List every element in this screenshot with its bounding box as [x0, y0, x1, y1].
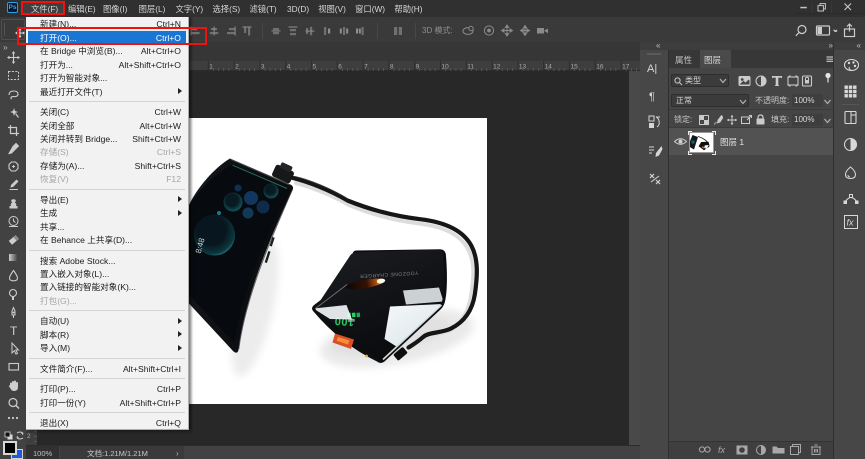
svg-text:9: 9	[416, 64, 420, 71]
svg-text:A|: A|	[647, 63, 657, 74]
svg-text:2: 2	[235, 64, 239, 71]
svg-text:4: 4	[287, 64, 291, 71]
svg-text:11: 11	[467, 64, 474, 71]
svg-text:8: 8	[390, 64, 394, 71]
svg-text:2: 2	[27, 433, 31, 440]
svg-text:¶: ¶	[649, 91, 655, 102]
svg-text:7: 7	[364, 64, 368, 71]
svg-text:fx: fx	[718, 445, 726, 455]
svg-text:3: 3	[261, 64, 265, 71]
svg-text:5: 5	[313, 64, 317, 71]
svg-text:T: T	[10, 324, 18, 337]
svg-text:6: 6	[338, 64, 342, 71]
svg-text:fx: fx	[847, 218, 855, 228]
svg-text:1: 1	[209, 64, 213, 71]
